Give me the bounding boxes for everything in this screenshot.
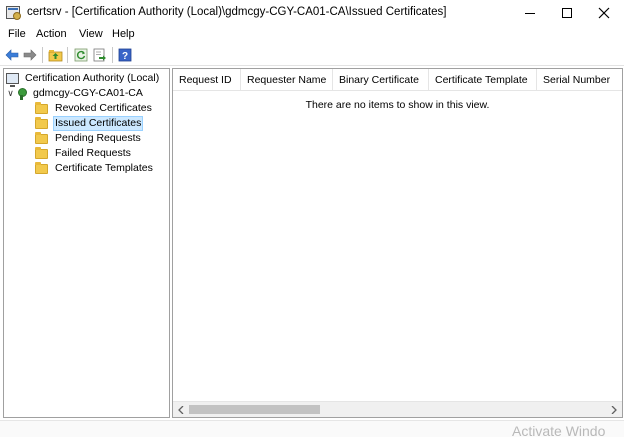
- folder-icon: [35, 146, 48, 159]
- tree-item-failed-requests[interactable]: Failed Requests: [35, 146, 133, 161]
- menu-file[interactable]: File: [8, 28, 26, 40]
- menu-view[interactable]: View: [79, 28, 103, 40]
- toolbar-separator: [112, 47, 113, 63]
- scrollbar-thumb[interactable]: [189, 405, 320, 414]
- folder-icon: [35, 116, 48, 129]
- back-button[interactable]: [4, 47, 20, 63]
- column-header-request-id[interactable]: Request ID: [173, 69, 241, 91]
- export-list-button[interactable]: [92, 47, 108, 63]
- column-header-serial-number[interactable]: Serial Number: [537, 69, 622, 91]
- status-bar: Activate Windo: [0, 420, 624, 437]
- certificate-authority-icon: [17, 87, 27, 100]
- menu-help[interactable]: Help: [112, 28, 135, 40]
- activation-watermark: Activate Windo: [512, 423, 606, 437]
- tree-item-pending-requests[interactable]: Pending Requests: [35, 131, 143, 146]
- forward-arrow-icon: [23, 49, 37, 61]
- tree-item-label: Pending Requests: [55, 132, 141, 144]
- back-arrow-icon: [5, 49, 19, 61]
- toolbar-separator: [67, 47, 68, 63]
- up-one-level-button[interactable]: [47, 47, 63, 63]
- help-icon: ?: [118, 48, 132, 62]
- minimize-icon: [525, 12, 535, 14]
- folder-icon: [35, 161, 48, 174]
- refresh-icon: [74, 48, 88, 62]
- scroll-left-button[interactable]: [173, 402, 189, 418]
- chevron-left-icon: [178, 406, 184, 414]
- tree-item-issued-certificates[interactable]: Issued Certificates: [35, 116, 144, 131]
- chevron-right-icon: [611, 406, 617, 414]
- close-icon: [598, 7, 610, 19]
- toolbar: ?: [0, 44, 624, 66]
- horizontal-scrollbar[interactable]: [173, 401, 622, 417]
- tree-item-label: Revoked Certificates: [55, 102, 152, 114]
- tree-item-label: Certification Authority (Local): [25, 72, 160, 84]
- chevron-down-icon[interactable]: ∨: [6, 88, 15, 99]
- certsrv-app-icon: [6, 6, 21, 20]
- help-button[interactable]: ?: [117, 47, 133, 63]
- menu-bar: File Action View Help: [0, 26, 624, 44]
- refresh-button[interactable]: [73, 47, 89, 63]
- maximize-button[interactable]: [549, 0, 585, 26]
- tree-item-certificate-templates[interactable]: Certificate Templates: [35, 161, 155, 176]
- console-tree[interactable]: Certification Authority (Local) ∨ gdmcgy…: [3, 68, 170, 418]
- computer-icon: [6, 73, 19, 87]
- svg-text:?: ?: [122, 51, 128, 62]
- column-header-certificate-template[interactable]: Certificate Template: [429, 69, 537, 91]
- window-title: certsrv - [Certification Authority (Loca…: [27, 6, 447, 18]
- toolbar-separator: [42, 47, 43, 63]
- empty-list-message: There are no items to show in this view.: [305, 99, 490, 111]
- results-list[interactable]: Request ID Requester Name Binary Certifi…: [172, 68, 623, 418]
- tree-item-revoked-certificates[interactable]: Revoked Certificates: [35, 101, 154, 116]
- column-header-requester-name[interactable]: Requester Name: [241, 69, 333, 91]
- folder-icon: [35, 131, 48, 144]
- export-list-icon: [93, 48, 106, 62]
- tree-item-label: gdmcgy-CGY-CA01-CA: [33, 87, 143, 99]
- up-folder-icon: [48, 50, 62, 62]
- column-header-row: Request ID Requester Name Binary Certifi…: [173, 69, 622, 91]
- tree-item-label: Certificate Templates: [55, 162, 153, 174]
- title-bar[interactable]: certsrv - [Certification Authority (Loca…: [0, 0, 624, 26]
- tree-item-ca[interactable]: ∨ gdmcgy-CGY-CA01-CA: [6, 86, 145, 101]
- tree-item-root[interactable]: Certification Authority (Local): [6, 71, 161, 87]
- tree-item-label: Issued Certificates: [53, 116, 144, 131]
- menu-action[interactable]: Action: [36, 28, 67, 40]
- maximize-icon: [562, 8, 572, 18]
- tree-item-label: Failed Requests: [55, 147, 131, 159]
- close-button[interactable]: [586, 0, 622, 26]
- column-header-binary-certificate[interactable]: Binary Certificate: [333, 69, 429, 91]
- minimize-button[interactable]: [512, 0, 548, 26]
- scroll-right-button[interactable]: [606, 402, 622, 418]
- folder-icon: [35, 101, 48, 114]
- forward-button[interactable]: [22, 47, 38, 63]
